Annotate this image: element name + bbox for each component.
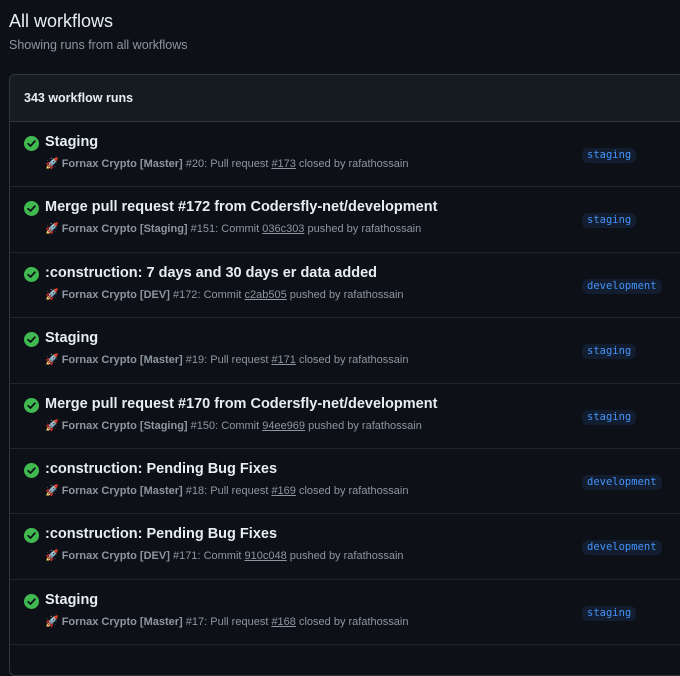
workflow-name: Fornax Crypto [Master] xyxy=(61,484,183,497)
run-title-link[interactable]: :construction: 7 days and 30 days er dat… xyxy=(45,265,377,281)
run-ref-link[interactable]: 910c048 xyxy=(245,550,287,562)
run-number: #19 xyxy=(185,354,205,367)
run-action: pushed by rafathossain xyxy=(307,223,422,236)
run-title-link[interactable]: Merge pull request #170 from Codersfly-n… xyxy=(45,396,437,412)
run-number: #18 xyxy=(185,484,205,497)
run-action: closed by rafathossain xyxy=(298,158,409,170)
rocket-emoji: 🚀 xyxy=(45,419,59,432)
workflow-run-row[interactable]: :construction: Pending Bug Fixes 🚀 Fornax… xyxy=(10,449,680,515)
run-action: pushed by rafathossain xyxy=(289,550,404,563)
run-number: #17 xyxy=(185,615,205,628)
rocket-emoji: 🚀 xyxy=(45,484,59,497)
run-event: Commit xyxy=(221,419,260,432)
runs-container: Staging 🚀 Fornax Crypto [Master] #20: Pul… xyxy=(10,122,680,646)
run-ref-link[interactable]: 94ee969 xyxy=(262,420,305,432)
run-action: closed by rafathossain xyxy=(298,615,409,628)
branch-badge[interactable]: development xyxy=(582,474,662,490)
run-meta: 🚀 Fornax Crypto [DEV] #172: Commit c2ab50… xyxy=(45,288,404,301)
run-meta: 🚀 Fornax Crypto [Master] #17: Pull reques… xyxy=(45,615,408,628)
run-ref-link[interactable]: #171 xyxy=(271,354,295,366)
workflow-name: Fornax Crypto [Staging] xyxy=(61,419,188,432)
branch-badge[interactable]: staging xyxy=(582,409,637,425)
run-number: #20 xyxy=(185,158,205,170)
run-meta: 🚀 Fornax Crypto [Master] #19: Pull reques… xyxy=(45,353,408,366)
run-title-link[interactable]: Staging xyxy=(45,134,98,150)
run-number: #172 xyxy=(172,288,198,301)
page-header: All workflows Showing runs from all work… xyxy=(9,10,188,53)
runs-list-header: 343 workflow runs xyxy=(10,75,680,122)
run-title-link[interactable]: :construction: Pending Bug Fixes xyxy=(45,461,277,477)
run-number: #171 xyxy=(172,550,198,563)
rocket-emoji: 🚀 xyxy=(45,223,59,236)
run-action: pushed by rafathossain xyxy=(289,288,404,301)
run-action: pushed by rafathossain xyxy=(308,419,422,432)
run-title-link[interactable]: Merge pull request #172 from Codersfly-n… xyxy=(45,199,437,215)
run-ref-link[interactable]: #168 xyxy=(271,616,295,628)
rocket-emoji: 🚀 xyxy=(45,158,59,170)
run-ref-link[interactable]: #173 xyxy=(271,158,295,170)
workflow-name: Fornax Crypto [DEV] xyxy=(61,288,170,301)
run-event: Commit xyxy=(221,223,260,236)
run-meta: 🚀 Fornax Crypto [Staging] #151: Commit 03… xyxy=(45,222,421,235)
run-action: closed by rafathossain xyxy=(298,354,409,367)
run-event: Commit xyxy=(203,550,242,563)
run-event: Commit xyxy=(203,288,242,301)
check-circle-fill-icon xyxy=(24,136,39,151)
workflow-run-row[interactable]: Staging 🚀 Fornax Crypto [Master] #20: Pul… xyxy=(10,122,680,188)
workflow-name: Fornax Crypto [DEV] xyxy=(61,550,170,563)
run-event: Pull request xyxy=(210,484,269,497)
run-title-link[interactable]: Staging xyxy=(45,592,98,608)
run-meta: 🚀 Fornax Crypto [Master] #20: Pull reques… xyxy=(45,157,408,170)
run-number: #151 xyxy=(190,223,216,236)
rocket-emoji: 🚀 xyxy=(45,354,59,367)
run-meta: 🚀 Fornax Crypto [Master] #18: Pull reques… xyxy=(45,484,408,497)
branch-badge[interactable]: staging xyxy=(582,213,637,229)
rocket-emoji: 🚀 xyxy=(45,615,59,628)
check-circle-fill-icon xyxy=(24,528,39,544)
workflow-name: Fornax Crypto [Staging] xyxy=(61,223,188,236)
workflow-name: Fornax Crypto [Master] xyxy=(61,615,183,628)
branch-badge[interactable]: development xyxy=(582,278,662,294)
check-circle-fill-icon xyxy=(24,266,39,282)
rocket-emoji: 🚀 xyxy=(45,288,59,301)
runs-count: 343 workflow runs xyxy=(24,91,134,105)
branch-badge[interactable]: development xyxy=(582,540,662,556)
branch-badge[interactable]: staging xyxy=(582,605,637,621)
run-number: #150 xyxy=(190,419,216,432)
run-ref-link[interactable]: #169 xyxy=(271,485,295,497)
rocket-emoji: 🚀 xyxy=(45,550,59,563)
run-event: Pull request xyxy=(210,615,269,628)
workflow-run-row[interactable]: :construction: Pending Bug Fixes 🚀 Fornax… xyxy=(10,514,680,580)
workflow-name: Fornax Crypto [Master] xyxy=(61,158,183,170)
run-ref-link[interactable]: c2ab505 xyxy=(245,289,287,301)
workflow-run-row[interactable]: :construction: 7 days and 30 days er dat… xyxy=(10,253,680,319)
check-circle-fill-icon xyxy=(24,397,39,413)
run-meta: 🚀 Fornax Crypto [DEV] #171: Commit 910c04… xyxy=(45,549,404,562)
check-circle-fill-icon xyxy=(24,593,39,609)
run-title-link[interactable]: Staging xyxy=(45,330,98,346)
workflow-run-row[interactable]: Merge pull request #170 from Codersfly-n… xyxy=(10,384,680,449)
run-title-link[interactable]: :construction: Pending Bug Fixes xyxy=(45,526,277,542)
run-meta: 🚀 Fornax Crypto [Staging] #150: Commit 94… xyxy=(45,419,422,432)
branch-badge[interactable]: staging xyxy=(582,148,637,163)
workflow-run-row[interactable]: Staging 🚀 Fornax Crypto [Master] #17: Pul… xyxy=(10,580,680,646)
branch-badge[interactable]: staging xyxy=(582,344,637,360)
workflow-run-row[interactable]: Staging 🚀 Fornax Crypto [Master] #19: Pul… xyxy=(10,318,680,384)
run-event: Pull request xyxy=(210,354,269,367)
page-title: All workflows xyxy=(9,11,114,31)
run-event: Pull request xyxy=(210,158,269,170)
check-circle-fill-icon xyxy=(24,201,39,217)
run-ref-link[interactable]: 036c303 xyxy=(262,223,304,235)
check-circle-fill-icon xyxy=(24,462,39,478)
workflow-runs-list: 343 workflow runs Staging 🚀 Fornax Crypto… xyxy=(9,74,680,676)
run-action: closed by rafathossain xyxy=(298,484,409,497)
page-subtitle: Showing runs from all workflows xyxy=(9,38,188,52)
workflow-run-row[interactable]: Merge pull request #172 from Codersfly-n… xyxy=(10,187,680,253)
workflow-name: Fornax Crypto [Master] xyxy=(61,354,183,367)
check-circle-fill-icon xyxy=(24,332,39,348)
